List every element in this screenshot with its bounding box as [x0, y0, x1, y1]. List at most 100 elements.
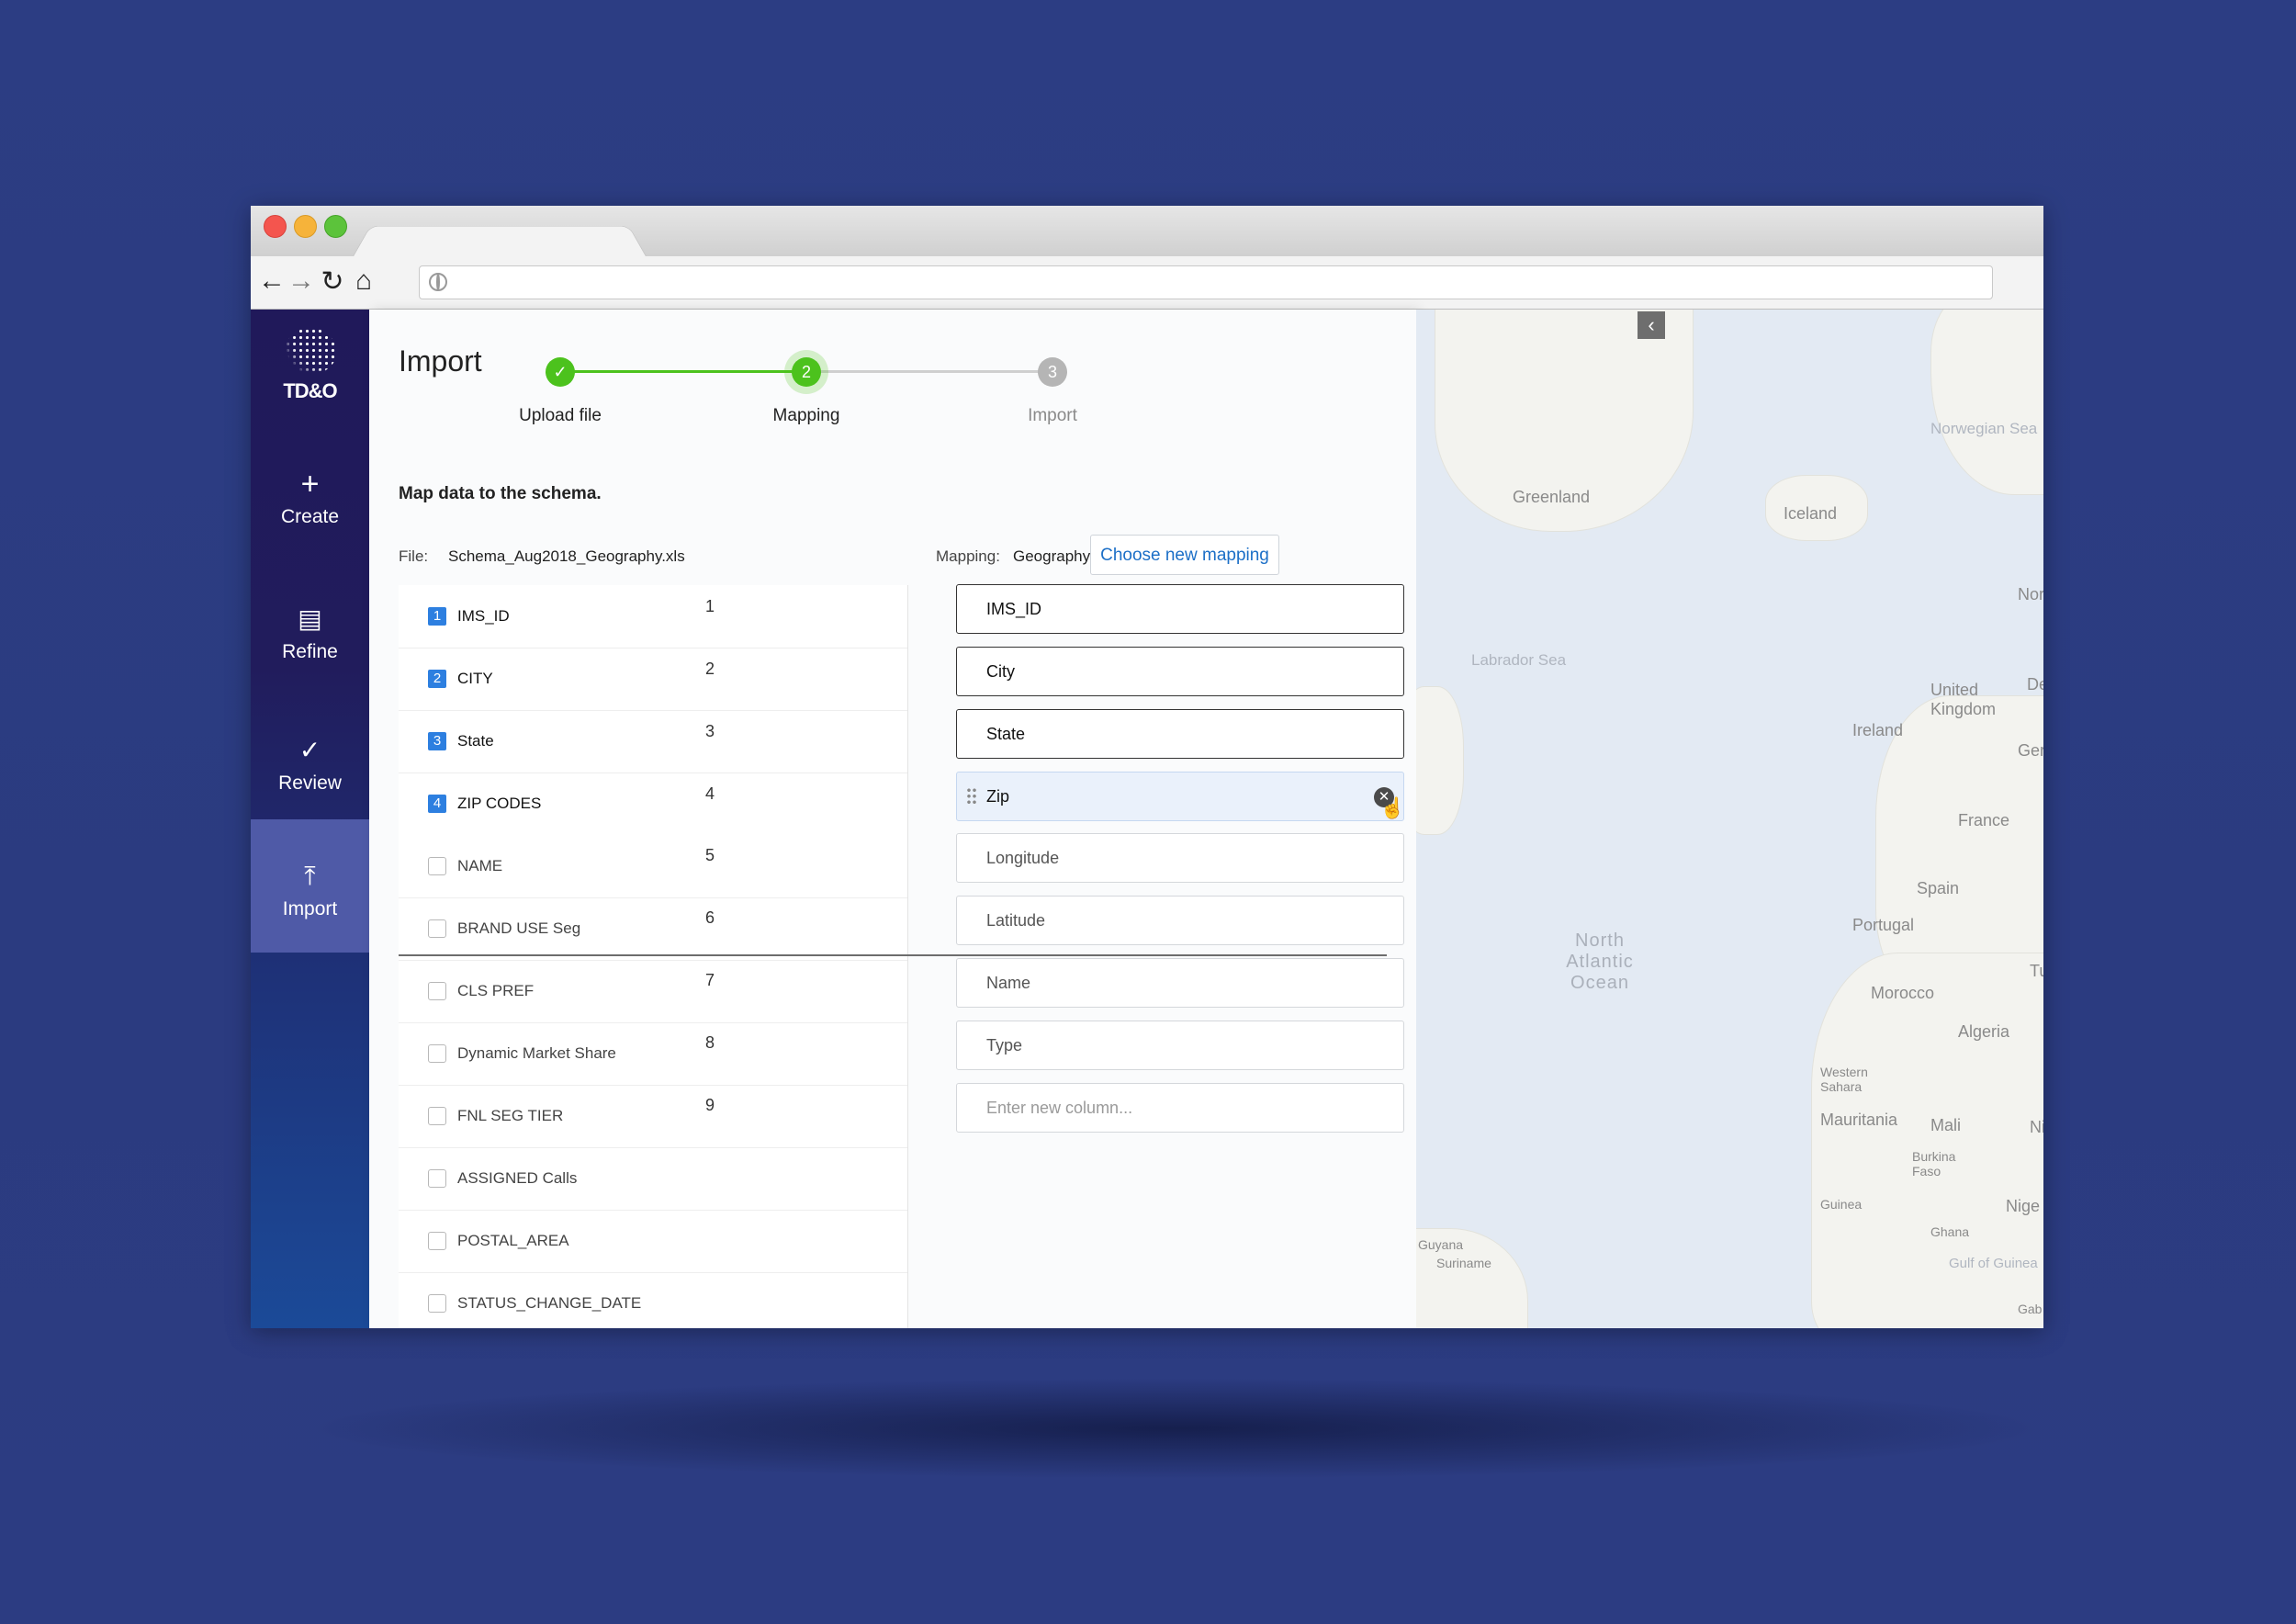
- map-label: Suriname: [1436, 1256, 1491, 1270]
- sidebar-item-review[interactable]: ✓ Review: [251, 695, 369, 829]
- sidebar-item-label: Import: [282, 898, 338, 919]
- column-checkbox[interactable]: [428, 1232, 446, 1250]
- sidebar-item-create[interactable]: + Create: [251, 429, 369, 562]
- sidebar-item-refine[interactable]: ▤ Refine: [251, 564, 369, 697]
- source-column-name: BRAND USE Seg: [457, 919, 581, 937]
- map-label: Guyana: [1418, 1237, 1464, 1252]
- sidebar-item-label: Create: [280, 506, 340, 527]
- map-label: Nor: [2018, 585, 2043, 603]
- mapped-divider: [399, 954, 1387, 956]
- target-column-value: Zip: [986, 787, 1010, 806]
- file-label: File:: [399, 547, 429, 565]
- close-window-button[interactable]: [264, 215, 287, 238]
- target-column-field[interactable]: IMS_ID: [956, 584, 1404, 634]
- column-checkbox[interactable]: [428, 1044, 446, 1063]
- step-mapping-marker: 2: [792, 357, 821, 387]
- address-bar[interactable]: [419, 265, 1993, 299]
- maximize-window-button[interactable]: [324, 215, 347, 238]
- target-column-field[interactable]: City: [956, 647, 1404, 696]
- order-badge: 4: [428, 795, 446, 813]
- map-label: Labrador Sea: [1471, 651, 1567, 669]
- source-column-name: POSTAL_AREA: [457, 1232, 569, 1249]
- map-label: Ni: [2030, 1118, 2043, 1136]
- map-label: Ger: [2018, 741, 2043, 760]
- source-column-row[interactable]: Dynamic Market Share: [399, 1022, 907, 1086]
- map-label: Gab: [2018, 1302, 2043, 1316]
- map-label: Algeria: [1958, 1022, 2010, 1041]
- source-column-row[interactable]: 4 ZIP CODES: [399, 773, 907, 835]
- app-area: TD&O + Create ▤ Refine ✓ Review ⤒ Import…: [251, 310, 2043, 1328]
- target-column-field[interactable]: Longitude: [956, 833, 1404, 883]
- target-column-field-active[interactable]: Zip ✕ ☝: [956, 772, 1405, 821]
- map-label: Western Sahara: [1820, 1065, 1868, 1094]
- column-checkbox[interactable]: [428, 857, 446, 875]
- source-column-row[interactable]: STATUS_CHANGE_DATE: [399, 1272, 907, 1328]
- target-column-value: IMS_ID: [986, 600, 1042, 618]
- source-column-name: Dynamic Market Share: [457, 1044, 616, 1062]
- browser-tab[interactable]: [352, 225, 647, 258]
- map-label: United Kingdom: [1930, 681, 1997, 718]
- target-column-value: City: [986, 662, 1015, 681]
- collapse-panel-chevron-icon[interactable]: ‹: [1638, 311, 1665, 339]
- home-icon[interactable]: ⌂: [348, 265, 379, 297]
- source-column-row[interactable]: BRAND USE Seg: [399, 897, 907, 961]
- step-label-upload: Upload file: [519, 406, 602, 425]
- source-column-row[interactable]: POSTAL_AREA: [399, 1210, 907, 1273]
- globe-logo-icon: [284, 328, 336, 374]
- map-view[interactable]: Greenland Iceland Norwegian Sea Labrador…: [1416, 310, 2043, 1328]
- sidebar-item-import[interactable]: ⤒ Import: [251, 819, 369, 953]
- column-checkbox[interactable]: [428, 982, 446, 1000]
- target-column-value: Name: [986, 974, 1031, 992]
- column-checkbox[interactable]: [428, 1294, 446, 1313]
- minimize-window-button[interactable]: [294, 215, 317, 238]
- source-columns-list: 1 IMS_ID 2 CITY 3 State 4 ZIP CODES NAME…: [399, 585, 908, 1328]
- target-column-field[interactable]: Name: [956, 958, 1404, 1008]
- target-column-value: Latitude: [986, 911, 1046, 930]
- page-title: Import: [399, 344, 482, 378]
- list-icon: ▤: [298, 604, 322, 633]
- source-column-name: CITY: [457, 670, 493, 687]
- browser-toolbar: ← → ↻ ⌂: [251, 256, 2043, 310]
- mapping-name: Geography: [1013, 547, 1091, 565]
- source-column-name: CLS PREF: [457, 982, 535, 999]
- map-label: Burkina Faso: [1912, 1149, 1956, 1179]
- target-column-field[interactable]: Type: [956, 1021, 1404, 1070]
- map-label: North Atlantic Ocean: [1566, 930, 1634, 993]
- map-label: Mauritania: [1820, 1111, 1898, 1129]
- target-column-number: 5: [705, 846, 715, 864]
- column-checkbox[interactable]: [428, 1169, 446, 1188]
- source-column-name: ZIP CODES: [457, 795, 542, 812]
- landmass: [1811, 953, 2043, 1328]
- step-label-import: Import: [1028, 406, 1077, 425]
- map-label: Mali: [1930, 1116, 1962, 1134]
- choose-new-mapping-button[interactable]: Choose new mapping: [1090, 535, 1279, 575]
- column-checkbox[interactable]: [428, 919, 446, 938]
- target-column-field[interactable]: Latitude: [956, 896, 1404, 945]
- target-column-number: 7: [705, 971, 715, 989]
- source-column-row[interactable]: 2 CITY: [399, 648, 907, 711]
- source-column-name: FNL SEG TIER: [457, 1107, 564, 1124]
- forward-arrow-icon[interactable]: →: [286, 265, 317, 297]
- source-column-row[interactable]: CLS PREF: [399, 960, 907, 1023]
- plus-icon: +: [300, 467, 320, 502]
- source-column-row[interactable]: 1 IMS_ID: [399, 585, 907, 648]
- back-arrow-icon[interactable]: ←: [256, 265, 287, 297]
- logo-text: TD&O: [283, 379, 337, 402]
- new-column-placeholder: Enter new column...: [986, 1099, 1133, 1117]
- source-column-row[interactable]: 3 State: [399, 710, 907, 773]
- source-column-row[interactable]: ASSIGNED Calls: [399, 1147, 907, 1211]
- source-column-name: NAME: [457, 857, 503, 874]
- source-column-row[interactable]: FNL SEG TIER: [399, 1085, 907, 1148]
- target-column-field[interactable]: State: [956, 709, 1404, 759]
- order-badge: 3: [428, 732, 446, 750]
- reload-icon[interactable]: ↻: [317, 265, 348, 297]
- new-column-input[interactable]: Enter new column...: [956, 1083, 1404, 1133]
- column-checkbox[interactable]: [428, 1107, 446, 1125]
- target-column-number: 9: [705, 1096, 715, 1114]
- source-column-name: IMS_ID: [457, 607, 510, 625]
- source-column-row[interactable]: NAME: [399, 835, 907, 898]
- target-column-number: 4: [705, 784, 715, 803]
- drag-handle-icon[interactable]: [966, 787, 977, 806]
- browser-window: ← → ↻ ⌂ TD&O + Create ▤ Refine ✓ Review: [251, 206, 2043, 1328]
- map-label: Ireland: [1852, 721, 1904, 739]
